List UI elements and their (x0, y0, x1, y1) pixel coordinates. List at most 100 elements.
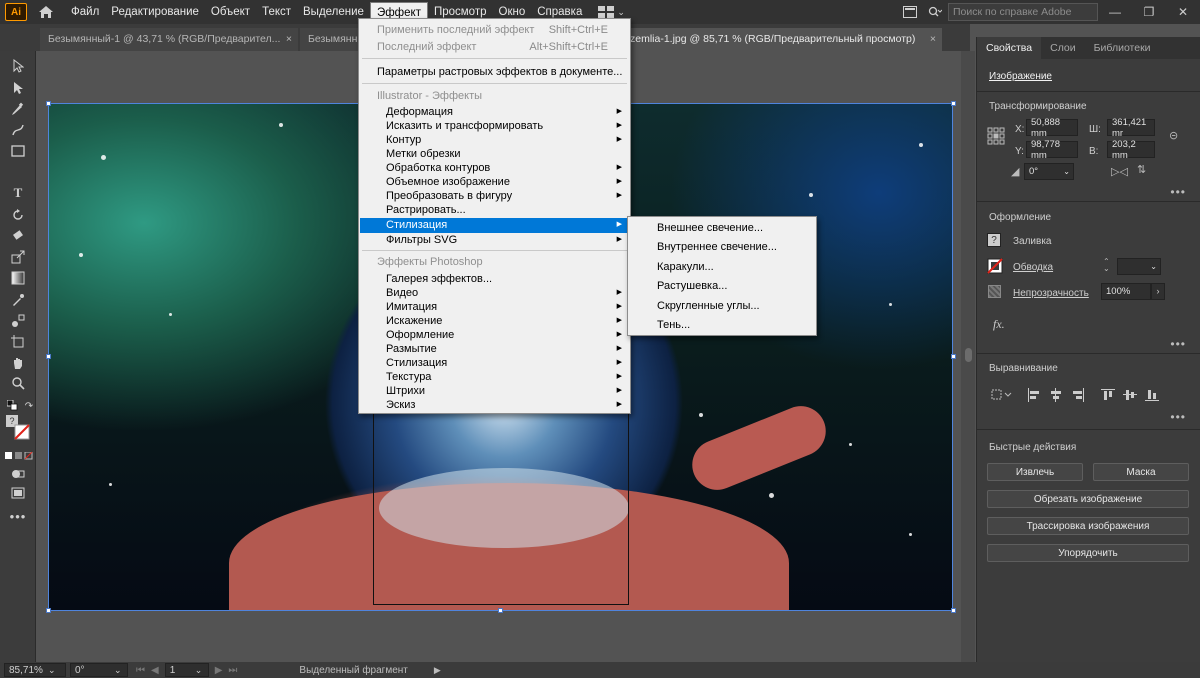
selection-handle[interactable] (951, 101, 956, 106)
artboard-tool-icon[interactable] (9, 333, 27, 351)
menu-item-svg-filters[interactable]: Фильтры SVG ▶ (360, 233, 629, 247)
extract-button[interactable]: Извлечь (987, 463, 1083, 481)
search-icon[interactable] (928, 6, 942, 18)
menu-type[interactable]: Текст (256, 2, 297, 22)
constrain-proportions-icon[interactable]: ⊝ (1169, 129, 1178, 142)
menu-item-inner-glow[interactable]: Внутреннее свечение... (629, 238, 815, 256)
help-search-input[interactable]: Поиск по справке Adobe (948, 3, 1098, 21)
reference-point-icon[interactable] (987, 127, 1005, 148)
more-options-icon[interactable]: ••• (1170, 410, 1186, 424)
height-field[interactable]: 203,2 mm (1107, 139, 1155, 161)
tab-document-2[interactable]: Безымянн (300, 28, 360, 51)
screen-mode-icon[interactable] (9, 484, 27, 502)
pen-tool-icon[interactable] (9, 100, 27, 118)
chevron-right-icon[interactable]: › (1151, 283, 1165, 300)
more-options-icon[interactable]: ••• (1170, 337, 1186, 351)
stroke-label[interactable]: Обводка (1013, 262, 1053, 273)
rotate-angle-field[interactable]: 0° ⌄ (1024, 163, 1074, 180)
image-trace-button[interactable]: Трассировка изображения (987, 517, 1189, 535)
menu-item-blur[interactable]: Размытие ▶ (360, 342, 629, 356)
close-icon[interactable]: × (286, 28, 292, 50)
chevron-down-icon[interactable]: ⌄ (195, 665, 205, 676)
flip-vertical-icon[interactable]: ⇅ (1137, 163, 1146, 176)
menu-item-video[interactable]: Видео ▶ (360, 286, 629, 300)
menu-item-apply-last-effect[interactable]: Применить последний эффект Shift+Ctrl+E (360, 23, 629, 37)
menu-item-stylize-illustrator[interactable]: Стилизация ▶ (360, 218, 629, 233)
eyedropper-tool-icon[interactable] (9, 291, 27, 309)
menu-edit[interactable]: Редактирование (105, 2, 205, 22)
selection-handle[interactable] (46, 608, 51, 613)
menu-item-outer-glow[interactable]: Внешнее свечение... (629, 219, 815, 237)
status-menu-icon[interactable]: ▶ (434, 665, 441, 676)
align-left-icon[interactable] (1027, 388, 1041, 402)
curvature-tool-icon[interactable] (9, 121, 27, 139)
menu-item-scribble[interactable]: Каракули... (629, 258, 815, 276)
hand-tool-icon[interactable] (9, 354, 27, 372)
tab-properties[interactable]: Свойства (977, 37, 1042, 59)
color-mode-icons[interactable] (5, 447, 33, 465)
menu-item-drop-shadow[interactable]: Тень... (629, 316, 815, 334)
menu-item-sketch[interactable]: Эскиз ▶ (360, 398, 629, 412)
flip-horizontal-icon[interactable]: ▷◁ (1111, 165, 1128, 178)
menu-item-3d[interactable]: Объемное изображение ▶ (360, 175, 629, 189)
prev-artboard-icon[interactable]: ◀ (151, 665, 159, 676)
selection-handle[interactable] (46, 354, 51, 359)
selection-handle[interactable] (951, 354, 956, 359)
close-icon[interactable]: × (930, 28, 936, 50)
menu-object[interactable]: Объект (205, 2, 256, 22)
type-tool-icon[interactable]: T (9, 184, 27, 202)
stroke-weight-field[interactable]: ⌄ (1117, 258, 1161, 275)
close-icon[interactable]: ✕ (1166, 0, 1200, 24)
selection-handle[interactable] (951, 608, 956, 613)
width-field[interactable]: 361,421 mr (1107, 117, 1155, 139)
maximize-icon[interactable]: ❐ (1132, 0, 1166, 24)
tab-libraries[interactable]: Библиотеки (1085, 37, 1160, 59)
opacity-label[interactable]: Непрозрачность (1013, 288, 1089, 299)
menu-item-distort-transform[interactable]: Исказить и трансформировать ▶ (360, 119, 629, 133)
stroke-swatch[interactable] (987, 258, 1003, 277)
y-field[interactable]: 98,778 mm (1026, 139, 1078, 161)
fill-swatch[interactable]: ? (987, 233, 1001, 247)
selection-tool-icon[interactable] (9, 57, 27, 75)
zoom-tool-icon[interactable] (9, 374, 27, 392)
gradient-tool-icon[interactable] (9, 269, 27, 287)
menu-item-effect-gallery[interactable]: Галерея эффектов... (360, 272, 629, 286)
crop-image-button[interactable]: Обрезать изображение (987, 490, 1189, 508)
menu-item-crop-marks[interactable]: Метки обрезки (360, 147, 629, 161)
first-artboard-icon[interactable]: ⏮ (136, 665, 145, 676)
menu-item-document-raster-settings[interactable]: Параметры растровых эффектов в документе… (360, 65, 629, 79)
menu-item-texture[interactable]: Текстура ▶ (360, 370, 629, 384)
direct-selection-tool-icon[interactable] (9, 79, 27, 97)
blend-tool-icon[interactable] (9, 312, 27, 330)
next-artboard-icon[interactable]: ▶ (215, 665, 223, 676)
more-options-icon[interactable]: ••• (1170, 185, 1186, 199)
stroke-swatch[interactable] (13, 423, 31, 441)
workspace-switcher[interactable]: ⌄ (598, 6, 625, 18)
menu-item-rasterize[interactable]: Растрировать... (360, 203, 629, 217)
menu-item-pathfinder[interactable]: Обработка контуров ▶ (360, 161, 629, 175)
eraser-tool-icon[interactable] (9, 227, 27, 245)
minimize-icon[interactable]: — (1098, 0, 1132, 24)
align-bottom-icon[interactable] (1145, 388, 1159, 402)
last-artboard-icon[interactable]: ⏭ (228, 665, 237, 676)
arrange-button[interactable]: Упорядочить (987, 544, 1189, 562)
menu-item-path[interactable]: Контур ▶ (360, 133, 629, 147)
home-icon[interactable] (35, 3, 57, 21)
align-to-icon[interactable] (991, 388, 1015, 402)
scrollbar-thumb[interactable] (965, 348, 972, 362)
rectangle-tool-icon[interactable] (9, 142, 27, 160)
fx-icon[interactable]: fx. (993, 317, 1005, 332)
more-tools-icon[interactable]: ••• (9, 507, 27, 525)
align-vertical-center-icon[interactable] (1123, 388, 1137, 402)
x-field[interactable]: 50,888 mm (1026, 117, 1078, 139)
menu-item-convert-to-shape[interactable]: Преобразовать в фигуру ▶ (360, 189, 629, 203)
selection-handle[interactable] (46, 101, 51, 106)
draw-mode-icon[interactable] (9, 465, 27, 483)
menu-item-round-corners[interactable]: Скругленные углы... (629, 297, 815, 315)
mask-button[interactable]: Маска (1093, 463, 1189, 481)
menu-item-distort[interactable]: Искажение ▶ (360, 314, 629, 328)
menu-item-warp[interactable]: Деформация ▶ (360, 105, 629, 119)
tab-layers[interactable]: Слои (1041, 37, 1085, 59)
tab-document-active[interactable]: zemlia-1.jpg @ 85,71 % (RGB/Предваритель… (626, 28, 942, 51)
rotate-tool-icon[interactable] (9, 206, 27, 224)
